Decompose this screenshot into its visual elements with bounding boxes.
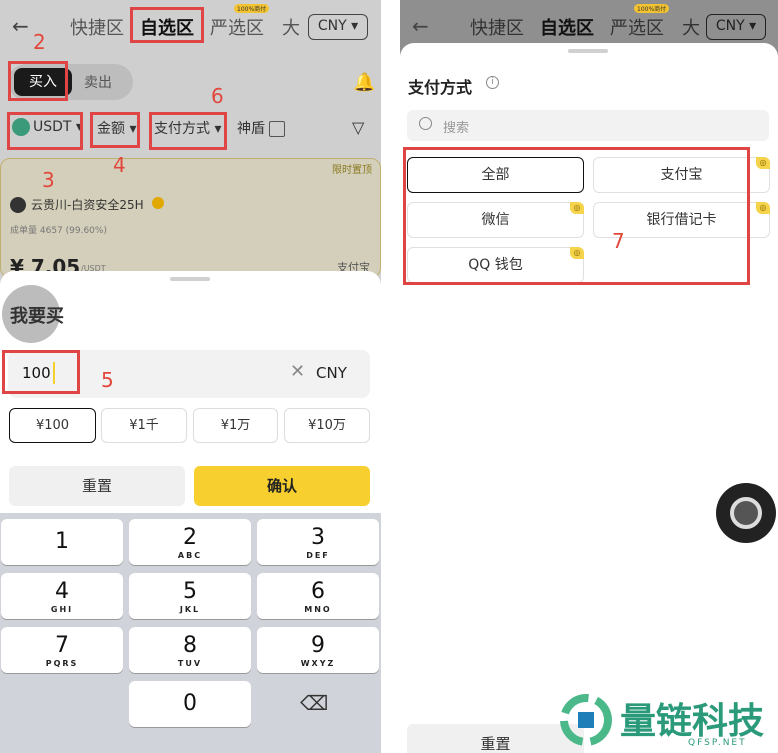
annotation-box-payment-options xyxy=(403,147,750,285)
ad-card[interactable]: 限时置顶 云贵川-白资安全25H 成单量 4657 (99.60%) ¥ 7.0… xyxy=(0,158,381,279)
key-4[interactable]: 4 GHI xyxy=(1,573,123,619)
key-letters: ABC xyxy=(177,551,203,560)
key-5[interactable]: 5 JKL xyxy=(129,573,251,619)
key-8[interactable]: 8 TUV xyxy=(129,627,251,673)
annotation-number: 5 xyxy=(101,368,114,392)
shield-checkbox[interactable] xyxy=(269,121,286,137)
currency-select-label: CNY xyxy=(715,18,745,34)
key-letters: PQRS xyxy=(45,659,79,668)
quick-amount-100[interactable]: ¥100 xyxy=(9,408,96,443)
trade-stats: 成单量 4657 (99.60%) xyxy=(10,226,107,236)
key-1[interactable]: 1 xyxy=(1,519,123,565)
key-digit: 7 xyxy=(55,633,69,658)
tab-select-zone[interactable]: 严选区 xyxy=(610,14,664,40)
shield-filter[interactable]: 神盾 xyxy=(237,118,286,138)
pinned-label: 限时置顶 xyxy=(332,165,372,176)
tab-select-zone[interactable]: 严选区 xyxy=(210,14,264,40)
search-icon xyxy=(419,117,432,130)
font-size-toggle[interactable]: 大 xyxy=(682,14,700,40)
key-digit: 3 xyxy=(311,525,325,550)
panel-divider xyxy=(381,0,400,753)
key-letters: DEF xyxy=(306,551,330,560)
annotation-number: 2 xyxy=(33,30,46,54)
amount-currency: CNY xyxy=(316,364,347,382)
key-letters: JKL xyxy=(179,605,201,614)
funnel-filter-icon[interactable]: ▽ xyxy=(352,118,364,137)
sheet-title: 支付方式 xyxy=(408,78,473,97)
back-arrow-icon[interactable]: ← xyxy=(412,14,429,38)
search-input[interactable]: 搜索 xyxy=(407,110,769,141)
annotation-box-amount xyxy=(90,112,140,148)
tab-quick-zone[interactable]: 快捷区 xyxy=(70,14,124,40)
tab-quick-zone[interactable]: 快捷区 xyxy=(470,14,524,40)
annotation-box-payment xyxy=(149,112,227,150)
key-3[interactable]: 3 DEF xyxy=(257,519,379,565)
backspace-key[interactable]: ⌫ xyxy=(300,691,328,715)
search-placeholder: 搜索 xyxy=(443,121,470,136)
sheet-title: 我要买 xyxy=(10,306,64,327)
key-letters: TUV xyxy=(177,659,203,668)
annotation-number: 6 xyxy=(211,84,224,108)
watermark-url: QFSP.NET xyxy=(688,738,747,748)
merchant-avatar-icon xyxy=(10,197,26,213)
reset-button-label: 重置 xyxy=(480,735,511,753)
watermark-logo xyxy=(558,692,614,748)
key-letters: MNO xyxy=(304,605,332,614)
annotation-box-coin xyxy=(7,112,83,150)
key-digit: 5 xyxy=(183,579,197,604)
annotation-box-buy xyxy=(8,61,68,101)
key-0[interactable]: 0 xyxy=(129,681,251,727)
tab-custom-zone[interactable]: 自选区 xyxy=(540,14,594,40)
annotation-number: 7 xyxy=(612,229,625,253)
key-letters: GHI xyxy=(50,605,74,614)
annotation-number: 3 xyxy=(42,168,55,192)
key-2[interactable]: 2 ABC xyxy=(129,519,251,565)
notification-bell-icon[interactable]: 🔔 xyxy=(353,72,375,93)
currency-select[interactable]: CNY ▾ xyxy=(706,14,766,40)
tab-badge: 100%商付 xyxy=(634,4,670,13)
sheet-grabber[interactable] xyxy=(568,49,608,53)
key-digit: 8 xyxy=(183,633,197,658)
assistive-touch-ring-icon xyxy=(730,497,762,529)
font-size-toggle[interactable]: 大 xyxy=(282,14,300,40)
currency-select[interactable]: CNY ▾ xyxy=(308,14,368,40)
watermark-logo-icon xyxy=(560,694,612,746)
key-letters: WXYZ xyxy=(300,659,336,668)
watermark-name: 量链科技 xyxy=(620,701,765,742)
key-digit: 1 xyxy=(55,529,69,554)
sheet-grabber[interactable] xyxy=(170,277,210,281)
annotation-box-input xyxy=(2,350,80,394)
key-digit: 2 xyxy=(183,525,197,550)
key-9[interactable]: 9 WXYZ xyxy=(257,627,379,673)
shield-label: 神盾 xyxy=(237,121,265,137)
payment-method-screen: ← 快捷区 自选区 严选区 100%商付 大 CNY ▾ 支付方式 i 搜索 全… xyxy=(400,0,778,753)
clear-icon[interactable]: ✕ xyxy=(290,361,305,382)
buy-screen: ← 快捷区 自选区 严选区 100%商付 大 CNY ▾ 买入 卖出 🔔 USD… xyxy=(0,0,381,753)
currency-select-label: CNY xyxy=(317,18,347,34)
quick-amount-10k[interactable]: ¥1万 xyxy=(193,408,278,443)
merchant-name: 云贵川-白资安全25H xyxy=(31,198,144,212)
quick-amount-1k[interactable]: ¥1千 xyxy=(101,408,187,443)
info-icon[interactable]: i xyxy=(486,76,499,89)
key-6[interactable]: 6 MNO xyxy=(257,573,379,619)
fee-tag-icon: ◎ xyxy=(756,157,770,169)
reset-button[interactable]: 重置 xyxy=(9,466,185,506)
confirm-button[interactable]: 确认 xyxy=(194,466,370,506)
sell-tab[interactable]: 卖出 xyxy=(84,72,112,92)
annotation-number: 4 xyxy=(113,153,126,177)
key-digit: 4 xyxy=(55,579,69,604)
annotation-box-custom-zone xyxy=(130,7,204,43)
numeric-keypad: 1 2 ABC 3 DEF 4 GHI 5 JKL 6 MNO 7 PQRS 8 TUV 9W… xyxy=(0,513,381,753)
key-digit: 0 xyxy=(183,691,197,716)
assistive-touch-button[interactable] xyxy=(716,483,776,543)
key-digit: 6 xyxy=(311,579,325,604)
backspace-icon: ⌫ xyxy=(300,691,329,715)
quick-amount-100k[interactable]: ¥10万 xyxy=(284,408,370,443)
back-arrow-icon[interactable]: ← xyxy=(12,14,29,38)
fee-tag-icon: ◎ xyxy=(756,202,770,214)
key-7[interactable]: 7 PQRS xyxy=(1,627,123,673)
tab-badge: 100%商付 xyxy=(234,4,270,13)
key-digit: 9 xyxy=(311,633,325,658)
verified-icon xyxy=(152,197,164,209)
